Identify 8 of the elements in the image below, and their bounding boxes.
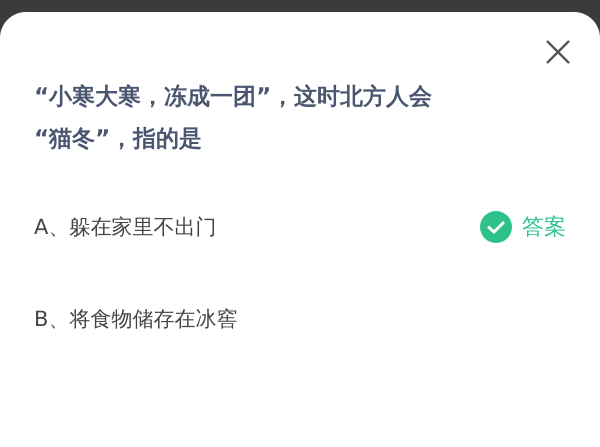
answer-label: 答案	[522, 214, 566, 242]
check-icon	[480, 211, 512, 243]
option-button[interactable]: B、将食物储存在冰窖	[34, 298, 238, 340]
option-button[interactable]: A、躲在家里不出门	[34, 206, 216, 248]
close-button[interactable]	[544, 38, 572, 66]
close-icon	[545, 39, 571, 65]
question-text: “小寒大寒，冻成一团”，这时北方人会	[34, 83, 432, 112]
question-text: “猫冬”，指的是	[34, 125, 202, 154]
